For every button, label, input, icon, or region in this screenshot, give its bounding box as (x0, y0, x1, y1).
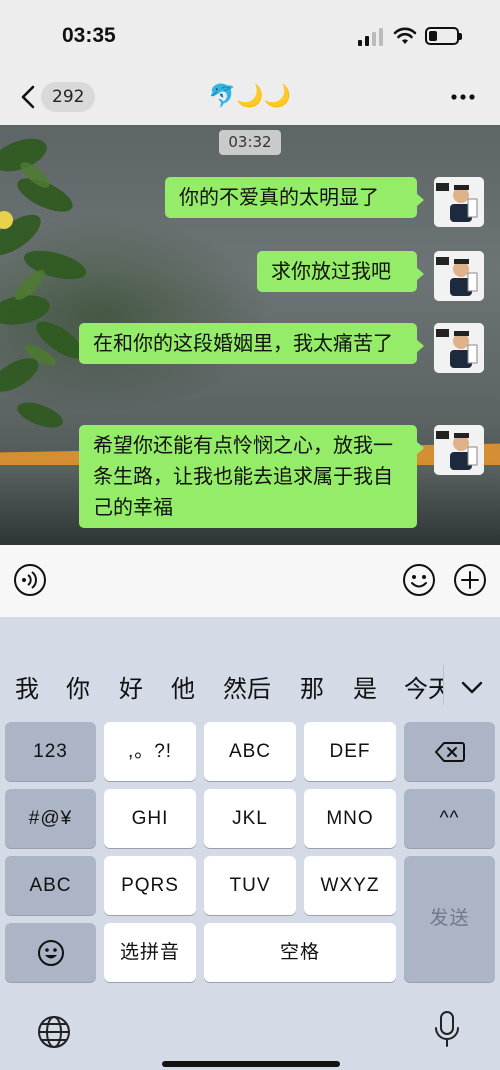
key-face[interactable]: ^^ (404, 789, 495, 848)
globe-icon[interactable] (36, 1014, 72, 1050)
key-jkl[interactable]: JKL (204, 789, 296, 848)
message-input-field[interactable] (60, 559, 390, 601)
key-punctuation[interactable]: ,。?! (104, 722, 196, 781)
candidate-word[interactable]: 他 (171, 674, 195, 704)
candidate-word[interactable]: 那 (300, 674, 324, 704)
candidate-word[interactable]: 然后 (223, 674, 271, 704)
message-text: 在和你的这段婚姻里，我太痛苦了 (93, 331, 393, 355)
candidate-bar: 我 你 好 他 然后 那 是 今天 (0, 617, 500, 717)
key-mno[interactable]: MNO (304, 789, 396, 848)
backspace-icon (434, 741, 465, 762)
key-abc[interactable]: ABC (204, 722, 296, 781)
candidate-word[interactable]: 我 (15, 674, 39, 704)
avatar[interactable] (434, 251, 484, 301)
key-def[interactable]: DEF (304, 722, 396, 781)
space-key[interactable]: 空格 (204, 923, 396, 982)
candidate-word[interactable]: 你 (66, 674, 90, 704)
chat-title: 🐬🌙🌙 (208, 84, 292, 109)
key-pqrs[interactable]: PQRS (104, 856, 196, 915)
chat-area[interactable]: 03:32 你的不爱真的太明显了 求你放过我吧 在和你的这段婚姻里，我太痛苦了 … (0, 125, 500, 545)
status-bar: 03:35 (0, 0, 500, 70)
message-bubble[interactable]: 希望你还能有点怜悯之心，放我一条生路，让我也能去追求属于我自己的幸福 (79, 425, 424, 528)
key-select-pinyin[interactable]: 选拼音 (104, 923, 196, 982)
emoji-icon[interactable] (402, 563, 436, 597)
key-symbols[interactable]: #@¥ (5, 789, 96, 848)
avatar[interactable] (434, 425, 484, 475)
more-options-icon[interactable] (448, 84, 478, 110)
emoji-icon (37, 939, 64, 966)
chat-header: 292 🐬🌙🌙 (0, 70, 500, 125)
candidate-divider (443, 665, 444, 705)
home-indicator (162, 1061, 340, 1067)
candidate-word[interactable]: 今天 (404, 674, 443, 704)
candidate-word[interactable]: 是 (353, 674, 377, 704)
message-bubble[interactable]: 在和你的这段婚姻里，我太痛苦了 (79, 323, 424, 364)
send-key[interactable]: 发送 (404, 856, 495, 982)
microphone-icon[interactable] (432, 1010, 462, 1050)
message-text: 你的不爱真的太明显了 (179, 185, 379, 209)
message-input-bar (0, 545, 500, 617)
message-text: 希望你还能有点怜悯之心，放我一条生路，让我也能去追求属于我自己的幸福 (93, 433, 393, 519)
voice-icon[interactable] (13, 563, 47, 597)
message-text: 求你放过我吧 (271, 259, 391, 283)
status-time: 03:35 (62, 24, 116, 47)
key-ghi[interactable]: GHI (104, 789, 196, 848)
key-wxyz[interactable]: WXYZ (304, 856, 396, 915)
key-tuv[interactable]: TUV (204, 856, 296, 915)
battery-icon (425, 27, 462, 45)
message-bubble[interactable]: 求你放过我吧 (257, 251, 424, 292)
keyboard: 我 你 好 他 然后 那 是 今天 123 ,。?! ABC DEF #@¥ G… (0, 617, 500, 1070)
chevron-down-icon[interactable] (459, 675, 485, 699)
signal-icon (358, 28, 383, 46)
plus-icon[interactable] (453, 563, 487, 597)
backspace-key[interactable] (404, 722, 495, 781)
avatar[interactable] (434, 177, 484, 227)
candidate-word[interactable]: 好 (119, 674, 143, 704)
message-bubble[interactable]: 你的不爱真的太明显了 (165, 177, 424, 218)
key-abc-switch[interactable]: ABC (5, 856, 96, 915)
message-timestamp: 03:32 (219, 130, 281, 155)
avatar[interactable] (434, 323, 484, 373)
wifi-icon (393, 27, 417, 44)
key-123[interactable]: 123 (5, 722, 96, 781)
emoji-key[interactable] (5, 923, 96, 982)
